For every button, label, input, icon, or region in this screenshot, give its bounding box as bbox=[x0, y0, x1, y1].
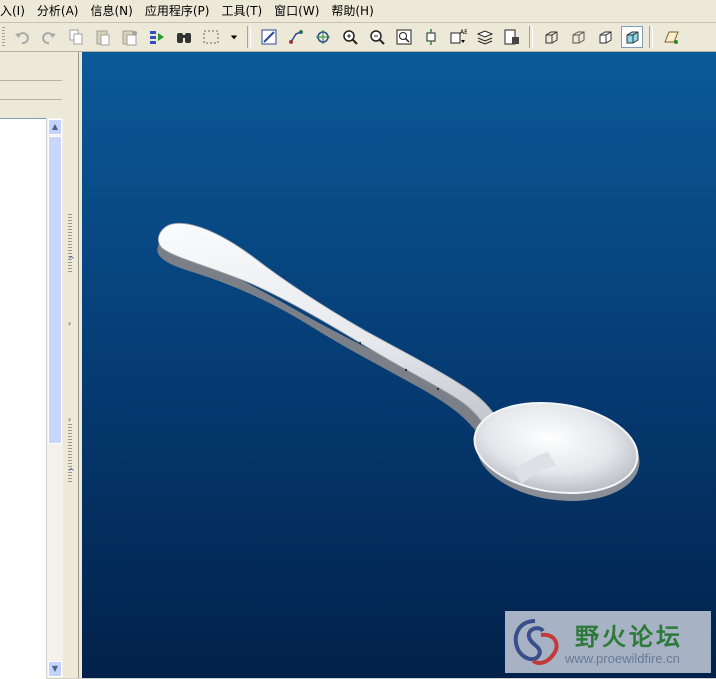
dropdown-arrow-button[interactable] bbox=[227, 26, 241, 48]
saved-views-icon: AB bbox=[450, 29, 467, 44]
forum-watermark: 野火论坛 www.proewildfire.cn bbox=[505, 611, 711, 673]
refit-icon bbox=[396, 29, 411, 45]
redo-icon bbox=[41, 32, 56, 45]
spin-center-icon bbox=[288, 30, 303, 44]
toolbar-grip[interactable] bbox=[2, 27, 5, 47]
menu-analysis[interactable]: 分析(A) bbox=[31, 0, 85, 22]
find-icon bbox=[176, 33, 191, 43]
datum-plane-button[interactable] bbox=[660, 26, 682, 48]
view-manager-button[interactable] bbox=[501, 26, 523, 48]
shading-button[interactable] bbox=[620, 26, 643, 48]
paste-special-button[interactable] bbox=[119, 26, 141, 48]
paste-special-icon bbox=[122, 30, 137, 46]
toolbar-separator bbox=[529, 26, 533, 48]
paste-button[interactable] bbox=[92, 26, 114, 48]
menu-tools[interactable]: 工具(T) bbox=[215, 0, 268, 22]
layers-icon bbox=[476, 30, 493, 45]
copy-icon bbox=[69, 29, 82, 45]
watermark-url: www.proewildfire.cn bbox=[565, 651, 680, 666]
no-hidden-button[interactable] bbox=[594, 26, 616, 48]
orient-mode-icon bbox=[315, 30, 330, 44]
hidden-line-icon bbox=[572, 31, 584, 44]
scroll-down-icon[interactable]: ▼ bbox=[48, 661, 62, 677]
paste-icon bbox=[96, 30, 109, 46]
collapse-arrow-icon[interactable]: ^ bbox=[68, 256, 75, 264]
menu-info[interactable]: 信息(N) bbox=[84, 0, 138, 22]
zoom-in-icon bbox=[342, 30, 358, 45]
repaint-icon bbox=[261, 29, 276, 45]
menu-bar: 入(I) 分析(A) 信息(N) 应用程序(P) 工具(T) 窗口(W) 帮助(H) bbox=[0, 0, 716, 23]
reorient-icon bbox=[426, 29, 435, 45]
undo-button[interactable] bbox=[11, 26, 33, 48]
view-manager-icon bbox=[504, 29, 519, 45]
redo-button[interactable] bbox=[38, 26, 60, 48]
menu-window[interactable]: 窗口(W) bbox=[268, 0, 325, 22]
expand-arrow-icon[interactable]: › bbox=[68, 416, 71, 424]
splitter-grip[interactable] bbox=[68, 214, 72, 274]
model-tree-scrollbar[interactable]: ▲ ▼ bbox=[46, 118, 63, 678]
orient-mode-button[interactable] bbox=[312, 26, 334, 48]
expand-arrow-icon[interactable]: › bbox=[68, 320, 71, 328]
layers-button[interactable] bbox=[474, 26, 496, 48]
zoom-in-button[interactable] bbox=[339, 26, 361, 48]
spin-center-button[interactable] bbox=[285, 26, 307, 48]
repaint-button[interactable] bbox=[258, 26, 280, 48]
model-tree-panel: ▲ ▼ ^ › › ^ bbox=[0, 52, 78, 679]
zoom-out-icon bbox=[369, 30, 385, 45]
watermark-title: 野火论坛 bbox=[575, 623, 683, 651]
hidden-line-button[interactable] bbox=[567, 26, 589, 48]
menu-applications[interactable]: 应用程序(P) bbox=[139, 0, 216, 22]
refit-button[interactable] bbox=[393, 26, 415, 48]
navigator-header bbox=[0, 80, 62, 100]
copy-button[interactable] bbox=[65, 26, 87, 48]
undo-icon bbox=[14, 32, 29, 45]
svg-text:AB: AB bbox=[460, 29, 467, 36]
regenerate-button[interactable] bbox=[146, 26, 168, 48]
reorient-button[interactable] bbox=[420, 26, 442, 48]
find-button[interactable] bbox=[173, 26, 195, 48]
menu-help[interactable]: 帮助(H) bbox=[325, 0, 379, 22]
zoom-out-button[interactable] bbox=[366, 26, 388, 48]
dropdown-arrow-icon bbox=[230, 35, 237, 40]
menu-insert[interactable]: 入(I) bbox=[0, 0, 31, 22]
collapse-arrow-icon[interactable]: ^ bbox=[68, 468, 75, 476]
wireframe-icon bbox=[545, 31, 557, 44]
navigator-splitter[interactable]: ^ › › ^ bbox=[64, 202, 78, 582]
spoon-model[interactable] bbox=[82, 52, 716, 678]
graphics-window[interactable] bbox=[82, 52, 716, 678]
wildfire-logo-icon bbox=[513, 619, 559, 665]
scroll-thumb[interactable] bbox=[48, 136, 62, 444]
scroll-up-icon[interactable]: ▲ bbox=[48, 119, 62, 135]
toolbar-separator bbox=[247, 26, 251, 48]
model-tree[interactable] bbox=[0, 118, 46, 679]
datum-plane-icon bbox=[663, 31, 679, 44]
saved-views-button[interactable]: AB bbox=[447, 26, 469, 48]
no-hidden-icon bbox=[599, 31, 611, 44]
select-box-icon bbox=[203, 30, 218, 44]
select-box-button[interactable] bbox=[200, 26, 222, 48]
shading-icon bbox=[626, 31, 638, 44]
toolbar-separator bbox=[649, 26, 653, 48]
regenerate-icon bbox=[149, 31, 164, 44]
main-toolbar: AB bbox=[0, 23, 716, 52]
wireframe-button[interactable] bbox=[540, 26, 562, 48]
